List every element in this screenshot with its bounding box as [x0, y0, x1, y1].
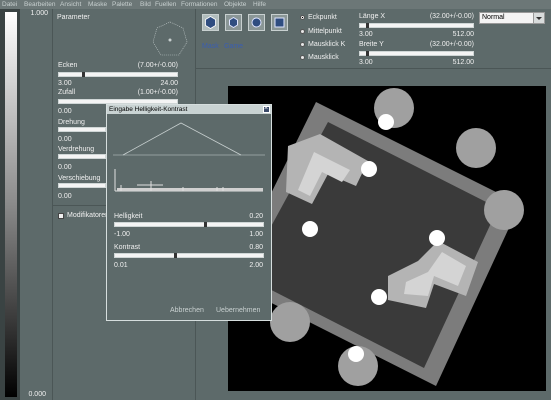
polygon-preview: [152, 21, 188, 56]
modifikatoren-checkbox[interactable]: [58, 213, 64, 219]
laenge-x-min: 3.00: [359, 31, 373, 38]
menu-item-formationen[interactable]: Formationen: [181, 0, 218, 9]
blend-mode-value: Normal: [482, 14, 505, 21]
chevron-down-icon[interactable]: [533, 13, 544, 23]
kontrast-min: 0.01: [114, 262, 128, 269]
ecken-range: (7.00+/-0.00): [137, 62, 178, 69]
histogram-preview: [114, 169, 263, 192]
toolbar-divider: [196, 68, 551, 69]
image-canvas[interactable]: [228, 86, 546, 391]
menu-item-fuellen[interactable]: Fuellen: [155, 0, 176, 9]
drehung-slider[interactable]: [58, 127, 106, 132]
kontrast-slider[interactable]: [114, 253, 264, 258]
menu-item-datei[interactable]: Datei: [2, 0, 17, 9]
drehung-label: Drehung: [58, 119, 85, 126]
tool-button-hexagon-round[interactable]: [225, 14, 242, 31]
tool-button-square[interactable]: [271, 14, 288, 31]
mask-link[interactable]: Mask: [202, 43, 219, 51]
kontrast-value: 0.80: [249, 244, 263, 251]
zufall-range: (1.00+/-0.00): [137, 89, 178, 96]
dialog-title: Eingabe Helligkeit-Kontrast: [107, 105, 271, 114]
verschiebung-min: 0.00: [58, 193, 72, 200]
square-icon: [274, 17, 285, 28]
hexagon-flat-icon: [205, 16, 216, 29]
breite-y-range: (32.00+/-0.00): [429, 41, 474, 48]
hexagon-round-icon: [229, 17, 238, 28]
menu-item-ansicht[interactable]: Ansicht: [60, 0, 81, 9]
canvas-node[interactable]: [361, 161, 377, 177]
menu-item-maske[interactable]: Maske: [88, 0, 107, 9]
helligkeit-slider[interactable]: [114, 222, 264, 227]
radio-mausklick-label: Mausklick: [308, 54, 339, 61]
helligkeit-label: Helligkeit: [114, 213, 143, 220]
ecken-slider-handle[interactable]: [82, 72, 85, 77]
canvas-node[interactable]: [302, 221, 318, 237]
menu-bar: Datei Bearbeiten Ansicht Maske Palette B…: [0, 0, 551, 9]
tool-button-hexagon-flat[interactable]: [202, 14, 219, 31]
ecken-label: Ecken: [58, 62, 78, 69]
breite-y-max: 512.00: [452, 59, 474, 66]
menu-item-bild[interactable]: Bild: [140, 0, 151, 9]
breite-y-slider[interactable]: [359, 51, 474, 56]
gradient-bottom-value: 0.000: [28, 391, 46, 398]
helligkeit-value: 0.20: [249, 213, 263, 220]
helligkeit-slider-handle[interactable]: [204, 222, 207, 227]
menu-item-hilfe[interactable]: Hilfe: [253, 0, 266, 9]
breite-y-slider-handle[interactable]: [366, 51, 369, 56]
gradient-bar[interactable]: [5, 12, 17, 397]
game-link[interactable]: Game: [224, 43, 243, 51]
drehung-min: 0.00: [58, 136, 72, 143]
close-icon[interactable]: [263, 104, 270, 113]
radio-mausklick[interactable]: [300, 55, 305, 60]
radio-eckpunkt-label: Eckpunkt: [308, 14, 337, 21]
radio-eckpunkt[interactable]: [300, 15, 305, 20]
radio-mausklick-k-label: Mausklick K: [308, 41, 346, 48]
laenge-x-label: Länge X: [359, 13, 386, 20]
breite-y-label: Breite Y: [359, 41, 384, 48]
verdrehung-min: 0.00: [58, 164, 72, 171]
verdrehung-slider[interactable]: [58, 154, 106, 159]
radio-mittelpunkt[interactable]: [300, 29, 305, 34]
menu-item-objekte[interactable]: Objekte: [224, 0, 246, 9]
kontrast-max: 2.00: [249, 262, 263, 269]
ecken-min: 3.00: [58, 80, 72, 87]
helligkeit-min: -1.00: [114, 231, 130, 238]
tool-button-circle[interactable]: [248, 14, 265, 31]
canvas-node[interactable]: [348, 346, 364, 362]
brightness-contrast-dialog: Eingabe Helligkeit-Kontrast Helligkeit 0…: [106, 104, 272, 321]
canvas-node[interactable]: [378, 114, 394, 130]
menu-item-bearbeiten[interactable]: Bearbeiten: [24, 0, 55, 9]
verschiebung-label: Verschiebung: [58, 175, 101, 182]
laenge-x-range: (32.00+/-0.00): [429, 13, 474, 20]
apply-button[interactable]: Uebernehmen: [216, 307, 260, 315]
ecken-max: 24.00: [160, 80, 178, 87]
canvas-image: [228, 88, 524, 386]
laenge-x-slider-handle[interactable]: [366, 23, 369, 28]
radio-mittelpunkt-label: Mittelpunkt: [308, 28, 342, 35]
laenge-x-max: 512.00: [452, 31, 474, 38]
kontrast-label: Kontrast: [114, 244, 141, 251]
ecken-slider[interactable]: [58, 72, 178, 77]
canvas-node[interactable]: [429, 230, 445, 246]
curve-preview: [113, 122, 265, 156]
verschiebung-slider[interactable]: [58, 183, 106, 188]
verdrehung-label: Verdrehung: [58, 146, 95, 153]
laenge-x-slider[interactable]: [359, 23, 474, 28]
zufall-min: 0.00: [58, 108, 72, 115]
kontrast-slider-handle[interactable]: [174, 253, 177, 258]
parameter-title: Parameter: [57, 14, 90, 21]
canvas-node[interactable]: [371, 289, 387, 305]
circle-icon: [251, 17, 262, 28]
radio-mausklick-k[interactable]: [300, 42, 305, 47]
gradient-top-value: 1.000: [30, 10, 48, 17]
cancel-button[interactable]: Abbrechen: [170, 307, 204, 315]
breite-y-min: 3.00: [359, 59, 373, 66]
modifikatoren-label: Modifikatoren: [67, 212, 110, 219]
blend-mode-select[interactable]: Normal: [479, 12, 545, 24]
menu-item-palette[interactable]: Palette: [112, 0, 132, 9]
zufall-label: Zufall: [58, 89, 76, 96]
helligkeit-max: 1.00: [249, 231, 263, 238]
